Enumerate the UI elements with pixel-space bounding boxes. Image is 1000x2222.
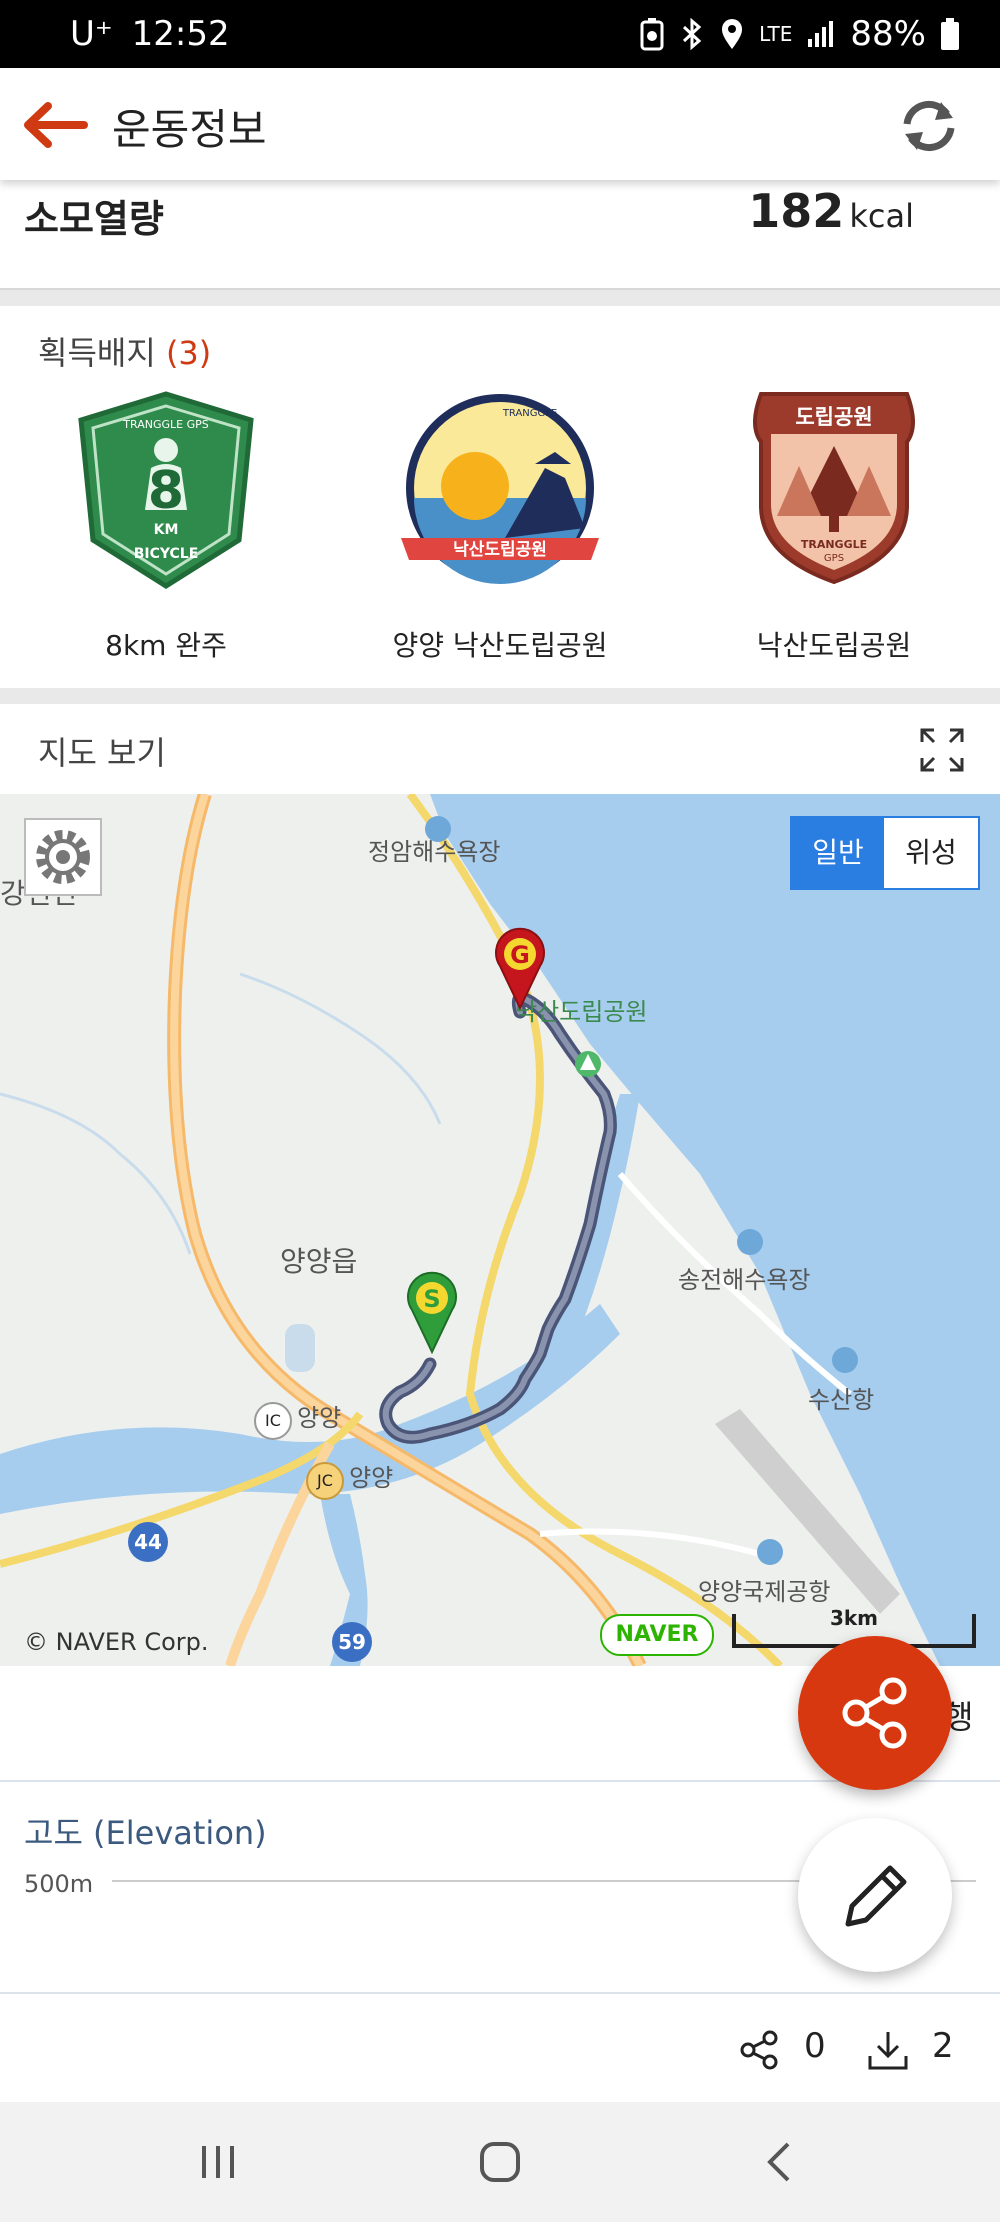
status-bar: U⁺ 12:52 LTE 88% [0,0,1000,68]
map-label-port: 수산항 [808,1386,875,1414]
badge2-top-text: TRANGGLE [502,408,557,419]
map-label-beach: 정암해수욕장 [368,838,501,866]
badge1-top-text: TRANGGLE GPS [122,418,208,431]
bicycle-badge-icon: TRANGGLE GPS 8 KM BICYCLE [78,391,254,589]
section-divider [0,288,1000,308]
route-44-shield: 44 [128,1522,168,1562]
start-marker-icon[interactable]: S [404,1268,460,1354]
calories-row: 소모열량 182 kcal [0,180,1000,288]
badge1-bottom-text: BICYCLE [134,546,199,562]
badge-caption: 양양 낙산도립공원 [392,629,608,662]
map-label-town: 양양읍 [280,1245,358,1278]
ic-marker: IC 양양 [254,1398,341,1440]
pencil-icon [845,1865,907,1927]
jc-tag: JC [306,1462,344,1500]
bluetooth-icon [683,17,702,51]
system-nav-bar [0,2102,1000,2222]
calories-value-group: 182 kcal [748,184,914,238]
sunrise-badge-icon: TRANGGLE 낙산도립공원 [401,394,599,584]
clock: 12:52 [131,14,230,54]
page-title: 운동정보 [112,105,267,154]
ic-name: 양양 [297,1404,342,1432]
map-label-airport: 양양국제공항 [698,1578,831,1606]
fullscreen-icon[interactable] [918,726,966,774]
route-map[interactable]: 정암해수욕장 강현면 낙산도립공원 양양읍 송전해수욕장 수산항 양양국제공항 … [0,794,1000,1666]
badge3-ribbon: 도립공원 [795,405,872,429]
badges-count: (3) [165,334,212,372]
stats-row: 0 2 [0,2000,1000,2100]
share-count: 0 [804,2026,826,2066]
battery-icon [941,18,959,50]
map-settings-button[interactable] [24,818,102,896]
map-type-general-button[interactable]: 일반 [792,818,884,888]
share-count-icon[interactable] [738,2028,782,2072]
route-59-shield: 59 [332,1622,372,1662]
share-icon [842,1677,907,1749]
back-arrow-icon[interactable] [18,100,88,150]
gear-icon [36,830,90,884]
naver-logo: NAVER [600,1614,714,1656]
carrier-label: U⁺ [70,14,113,54]
location-icon [722,19,743,49]
map-header: 지도 보기 [0,704,1000,794]
badges-section: 획득배지 (3) TRANGGLE GPS 8 KM BICYCLE 8km 완… [0,306,1000,688]
start-marker-label: S [423,1285,440,1313]
jc-marker: JC 양양 [306,1458,393,1500]
download-count: 2 [932,2026,954,2066]
network-type: LTE [759,22,793,46]
app-header: 운동정보 [0,68,1000,180]
calories-label: 소모열량 [24,197,164,241]
goal-marker-icon[interactable]: G [492,924,548,1010]
badge3-bottom-text: TRANGGLE [801,538,867,551]
download-icon[interactable] [866,2028,910,2072]
map-copyright: © NAVER Corp. [24,1628,209,1656]
map-type-satellite-button[interactable]: 위성 [884,818,978,888]
goal-marker-label: G [510,941,530,969]
recent-apps-icon[interactable] [196,2142,240,2182]
map-type-toggle: 일반 위성 [790,816,980,890]
battery-percent: 88% [850,14,926,54]
elevation-tick-label: 500m [24,1870,94,1898]
status-right: LTE 88% [639,14,960,54]
ic-tag: IC [254,1402,292,1440]
map-section-title: 지도 보기 [38,734,166,772]
status-left: U⁺ 12:52 [70,14,230,54]
badge-caption: 8km 완주 [105,629,227,662]
elevation-title: 고도 (Elevation) [24,1814,267,1852]
calories-value: 182 [748,184,845,238]
battery-saver-icon [640,18,664,51]
badge1-km: KM [154,522,179,538]
home-icon[interactable] [476,2138,524,2186]
signal-icon [808,21,834,47]
badge3-bottom-text2: GPS [824,553,844,564]
map-scale-label: 3km [829,1606,879,1630]
section-divider [0,688,1000,704]
forest-badge-icon: 도립공원 TRANGGLE GPS [753,392,915,585]
badge2-ribbon: 낙산도립공원 [453,540,547,560]
badge1-number: 8 [148,461,184,521]
edit-fab[interactable] [798,1818,952,1972]
jc-name: 양양 [349,1464,394,1492]
map-label-beach2: 송전해수욕장 [678,1266,811,1294]
badges-title-label: 획득배지 [38,334,156,372]
badges-title: 획득배지 (3) [38,328,211,374]
refresh-icon[interactable] [893,96,965,156]
share-fab[interactable] [798,1636,952,1790]
back-icon[interactable] [762,2140,798,2184]
badge-caption: 낙산도립공원 [756,629,912,662]
calories-unit: kcal [849,197,914,235]
